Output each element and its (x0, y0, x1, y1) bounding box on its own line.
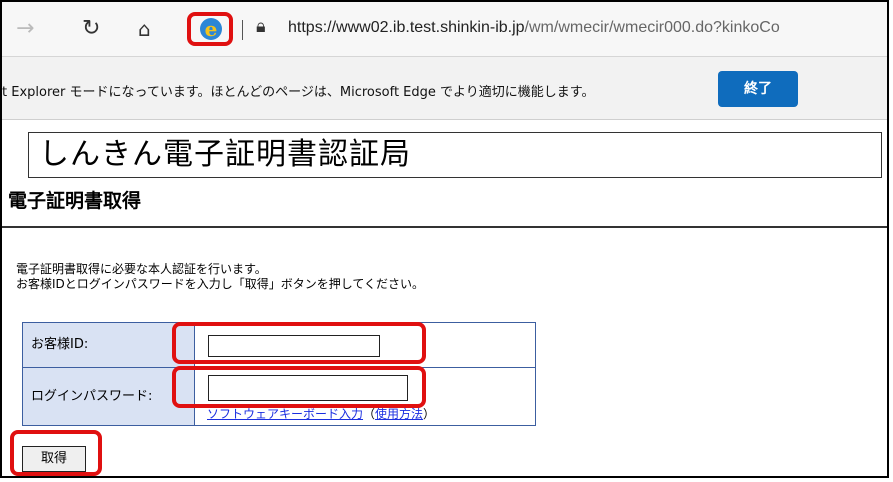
lock-icon[interactable]: 🔒︎ (256, 16, 266, 37)
url-path: /wm/wmecir/wmecir000.do?kinkoCo (524, 19, 780, 36)
ie-mode-indicator-highlight: e (187, 12, 233, 46)
refresh-icon[interactable]: ↻ (82, 16, 100, 42)
customer-id-highlight (172, 322, 426, 364)
address-bar[interactable]: https://www02.ib.test.shinkin-ib.jp/wm/w… (288, 19, 888, 37)
infobar-message: t Explorer モードになっています。ほとんどのページは、Microsof… (2, 85, 595, 100)
back-arrow-icon[interactable]: → (16, 16, 34, 42)
password-highlight (172, 366, 426, 408)
site-title: しんきん電子証明書認証局 (28, 132, 882, 178)
software-keyboard-link[interactable]: ソフトウェアキーボード入力 (207, 407, 363, 421)
description-line-2: お客様IDとログインパスワードを入力し「取得」ボタンを押してください。 (16, 277, 425, 291)
url-host: https://www02.ib.test.shinkin-ib.jp (288, 19, 525, 36)
description-line-1: 電子証明書取得に必要な本人認証を行います。 (16, 262, 267, 276)
description: 電子証明書取得に必要な本人認証を行います。 お客様IDとログインパスワードを入力… (16, 262, 424, 292)
browser-toolbar: → ↻ ⌂ e 🔒︎ https://www02.ib.test.shinkin… (2, 2, 887, 57)
customer-id-label: お客様ID: (23, 323, 195, 367)
toolbar-separator (242, 20, 243, 40)
get-button-highlight (10, 430, 102, 476)
exit-ie-mode-button[interactable]: 終了 (718, 71, 798, 107)
password-label: ログインパスワード: (23, 368, 195, 425)
page-heading: 電子証明書取得 (8, 190, 142, 212)
heading-divider (2, 226, 887, 228)
home-icon[interactable]: ⌂ (138, 16, 151, 42)
page-content: しんきん電子証明書認証局 電子証明書取得 電子証明書取得に必要な本人認証を行いま… (2, 120, 887, 476)
paren-close: ） (423, 407, 436, 421)
internet-explorer-icon[interactable]: e (200, 18, 222, 40)
usage-link[interactable]: 使用方法 (375, 407, 423, 421)
paren-open: （ (363, 407, 376, 421)
ie-mode-infobar: t Explorer モードになっています。ほとんどのページは、Microsof… (2, 57, 887, 120)
